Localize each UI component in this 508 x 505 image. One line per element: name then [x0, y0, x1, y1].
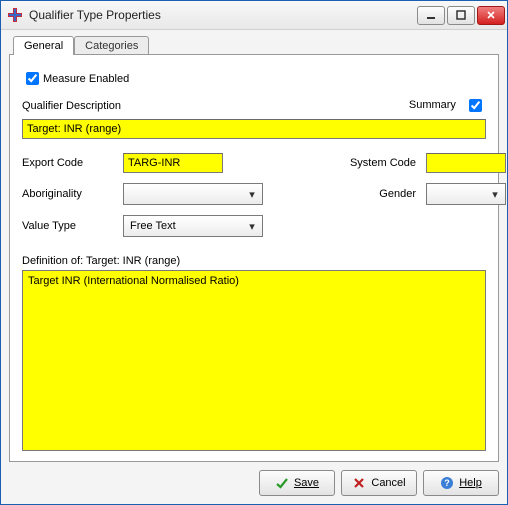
check-icon	[275, 476, 289, 490]
close-button[interactable]	[477, 6, 505, 25]
chevron-down-icon: ▾	[244, 188, 260, 201]
help-icon: ?	[440, 476, 454, 490]
window-title: Qualifier Type Properties	[29, 8, 417, 22]
qualifier-description-input[interactable]	[22, 119, 486, 139]
general-panel: Measure Enabled Qualifier Description Su…	[9, 54, 499, 462]
value-type-value: Free Text	[130, 220, 176, 232]
qualifier-desc-row	[22, 119, 486, 139]
help-button-label: Help	[459, 477, 482, 489]
chevron-down-icon: ▾	[244, 220, 260, 233]
qualifier-desc-header-row: Qualifier Description Summary	[22, 96, 486, 115]
gender-label: Gender	[345, 188, 420, 200]
system-code-input[interactable]	[426, 153, 506, 173]
cancel-button-label: Cancel	[371, 477, 405, 489]
qualifier-description-label: Qualifier Description	[22, 100, 121, 112]
measure-enabled-row: Measure Enabled	[22, 69, 486, 88]
definition-label: Definition of: Target: INR (range)	[22, 255, 486, 267]
button-bar: Save Cancel ? Help	[9, 462, 499, 496]
codes-grid: Export Code System Code Aboriginality ▾ …	[22, 153, 486, 237]
maximize-button[interactable]	[447, 6, 475, 25]
cancel-button[interactable]: Cancel	[341, 470, 417, 496]
chevron-down-icon: ▾	[487, 188, 503, 201]
window: Qualifier Type Properties General Catego…	[0, 0, 508, 505]
summary-group: Summary	[409, 96, 486, 115]
tab-categories[interactable]: Categories	[74, 36, 149, 55]
summary-checkbox[interactable]	[469, 99, 482, 112]
save-button-label: Save	[294, 477, 319, 489]
system-code-label: System Code	[345, 157, 420, 169]
summary-label: Summary	[409, 99, 456, 111]
save-button[interactable]: Save	[259, 470, 335, 496]
x-icon	[352, 476, 366, 490]
definition-area: Definition of: Target: INR (range)	[22, 255, 486, 451]
measure-enabled-label: Measure Enabled	[43, 73, 129, 85]
window-buttons	[417, 6, 505, 25]
client-area: General Categories Measure Enabled Quali…	[1, 30, 507, 504]
export-code-label: Export Code	[22, 157, 117, 169]
value-type-label: Value Type	[22, 220, 117, 232]
aboriginality-dropdown[interactable]: ▾	[123, 183, 263, 205]
svg-text:?: ?	[444, 478, 450, 488]
gender-dropdown[interactable]: ▾	[426, 183, 506, 205]
minimize-button[interactable]	[417, 6, 445, 25]
aboriginality-label: Aboriginality	[22, 188, 117, 200]
export-code-input[interactable]	[123, 153, 223, 173]
help-button[interactable]: ? Help	[423, 470, 499, 496]
measure-enabled-checkbox[interactable]	[26, 72, 39, 85]
value-type-dropdown[interactable]: Free Text ▾	[123, 215, 263, 237]
tab-strip: General Categories	[9, 36, 499, 55]
app-icon	[7, 7, 23, 23]
tab-general[interactable]: General	[13, 36, 74, 55]
tab-categories-label: Categories	[85, 40, 138, 52]
titlebar: Qualifier Type Properties	[1, 1, 507, 30]
definition-textarea[interactable]	[22, 270, 486, 451]
tab-general-label: General	[24, 40, 63, 52]
